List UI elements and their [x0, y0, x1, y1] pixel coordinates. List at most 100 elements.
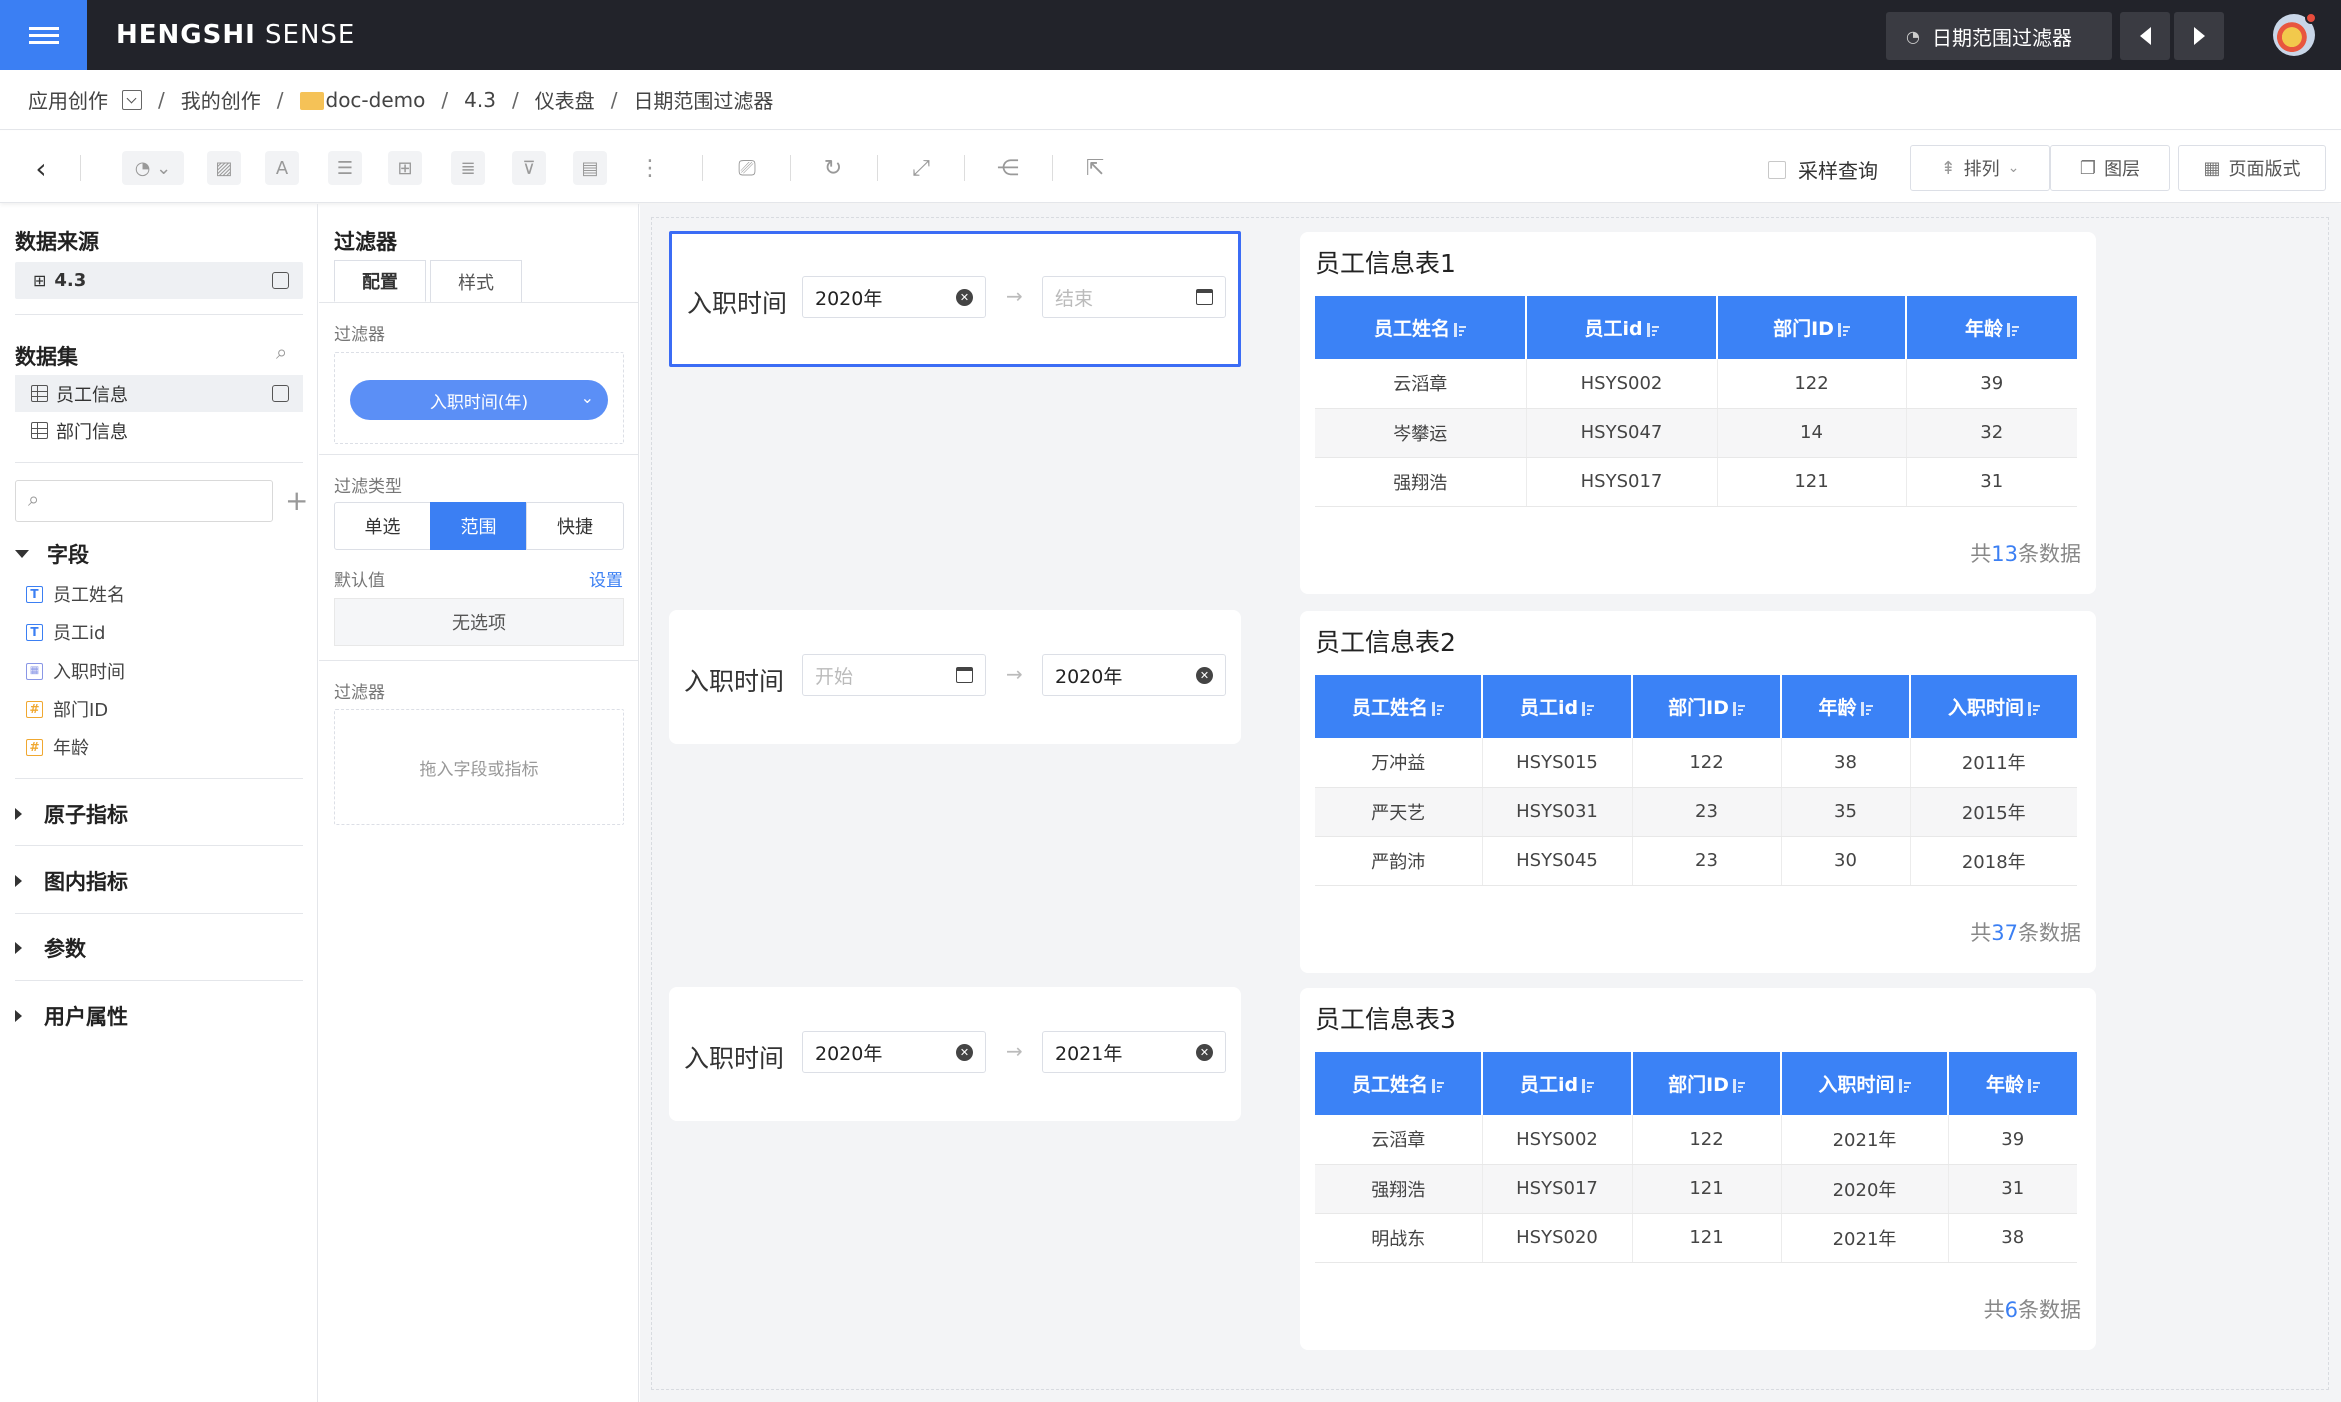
add-icon[interactable]: +	[285, 484, 308, 517]
field-item[interactable]: # 部门ID	[26, 696, 108, 722]
datasource-item[interactable]: ⊞ 4.3	[15, 262, 303, 299]
field-search-input[interactable]: ⌕	[15, 480, 273, 522]
date-range-filter-card[interactable]: 入职时间 开始 → 2020年 ✕	[669, 610, 1241, 744]
breadcrumb-my-create[interactable]: 我的创作	[181, 85, 261, 114]
share-icon[interactable]: ⋲	[991, 151, 1025, 185]
filter-label: 过滤器	[334, 325, 385, 345]
clear-icon[interactable]: ✕	[956, 1044, 973, 1061]
date-range-filter-card[interactable]: 入职时间 2020年 ✕ → 结束	[669, 231, 1241, 367]
refresh-icon[interactable]: ↻	[816, 151, 850, 185]
chart-add-icon[interactable]: ◔ ⌄	[122, 151, 184, 185]
dataset-item-employee[interactable]: 员工信息	[15, 375, 303, 412]
fullscreen-icon[interactable]: ⤢	[904, 151, 938, 185]
next-page-button[interactable]	[2174, 12, 2224, 60]
table-card[interactable]: 员工信息表2 员工姓名 员工id 部门ID 年龄 入职时间 万冲益 HSYS015…	[1300, 611, 2096, 973]
toolbar: ‹ ◔ ⌄ ▨ A ☰ ⊞ ≣ ⊽ ▤ ⋮ ⎚ ↻ ⤢ ⋲ ⇱ 采样查询 ⇞ 排…	[0, 131, 2341, 203]
filter-field-pill[interactable]: 入职时间(年) ⌄	[350, 380, 608, 420]
search-icon: ⌕	[28, 487, 40, 511]
column-header[interactable]: 部门ID	[1717, 296, 1907, 359]
column-header[interactable]: 员工id	[1482, 675, 1633, 738]
field-item[interactable]: T 员工id	[26, 619, 105, 645]
type-range[interactable]: 范围	[430, 502, 527, 550]
start-date-input[interactable]: 2020年 ✕	[802, 1031, 986, 1073]
column-header[interactable]: 员工姓名	[1315, 1052, 1483, 1115]
sort-button[interactable]: ⇞ 排列 ⌄	[1910, 145, 2050, 191]
set-default-link[interactable]: 设置	[589, 566, 623, 591]
column-header[interactable]: 年龄	[1781, 675, 1911, 738]
sample-query-checkbox[interactable]	[1768, 160, 1786, 179]
clear-icon[interactable]: ✕	[956, 289, 973, 306]
menu-icon[interactable]	[0, 0, 87, 70]
clear-icon[interactable]: ✕	[1196, 1044, 1213, 1061]
page-filter-button[interactable]: ◔ 日期范围过滤器	[1886, 12, 2112, 60]
column-header[interactable]: 部门ID	[1632, 1052, 1782, 1115]
end-date-input[interactable]: 2021年 ✕	[1042, 1031, 1226, 1073]
more-icon[interactable]: ⋮	[633, 151, 667, 185]
group-atomic-metrics[interactable]: 原子指标	[15, 799, 128, 829]
group-user-attributes[interactable]: 用户属性	[15, 1001, 128, 1031]
layout-icon: ▦	[2203, 157, 2221, 179]
copy-icon[interactable]	[272, 385, 289, 402]
list-add-icon[interactable]: ≣	[451, 151, 485, 185]
tab-style[interactable]: 样式	[430, 260, 522, 302]
chevron-down-icon[interactable]	[122, 89, 142, 110]
text-icon[interactable]: A	[265, 151, 299, 185]
clear-icon[interactable]: ✕	[1196, 667, 1213, 684]
breadcrumb-current: 日期范围过滤器	[633, 89, 774, 113]
fields-group[interactable]: 字段	[15, 539, 89, 569]
group-chart-metrics[interactable]: 图内指标	[15, 866, 128, 896]
end-date-input[interactable]: 结束	[1042, 276, 1226, 318]
date-range-filter-card[interactable]: 入职时间 2020年 ✕ → 2021年 ✕	[669, 987, 1241, 1121]
filter-config-panel: 过滤器 配置 样式 过滤器 入职时间(年) ⌄ 过滤类型 单选 范围 快捷 默认…	[319, 204, 639, 1402]
breadcrumb-dataset[interactable]: 4.3	[464, 88, 496, 112]
component-icon[interactable]: ⊞	[388, 151, 422, 185]
column-header[interactable]: 年龄	[1906, 296, 2077, 359]
tab-config[interactable]: 配置	[334, 260, 426, 302]
table-icon[interactable]: ☰	[328, 151, 362, 185]
column-header[interactable]: 员工姓名	[1315, 296, 1527, 359]
sample-query-toggle[interactable]: 采样查询	[1768, 155, 1878, 184]
chevron-down-icon: ⌄	[580, 388, 594, 407]
field-item[interactable]: # 年龄	[26, 734, 89, 760]
end-date-input[interactable]: 2020年 ✕	[1042, 654, 1226, 696]
page-style-button[interactable]: ▦ 页面版式	[2178, 145, 2326, 191]
start-date-input[interactable]: 2020年 ✕	[802, 276, 986, 318]
caret-right-icon	[15, 942, 22, 954]
table-card[interactable]: 员工信息表3 员工姓名 员工id 部门ID 入职时间 年龄 云滔章 HSYS002…	[1300, 988, 2096, 1350]
export-icon[interactable]: ⇱	[1078, 151, 1112, 185]
user-avatar[interactable]	[2273, 12, 2317, 56]
start-date-input[interactable]: 开始	[802, 654, 986, 696]
default-value-box[interactable]: 无选项	[334, 598, 624, 646]
prev-page-button[interactable]	[2120, 12, 2170, 60]
breadcrumb-dashboard[interactable]: 仪表盘	[535, 85, 595, 114]
column-header[interactable]: 员工id	[1482, 1052, 1633, 1115]
field-item[interactable]: ▦ 入职时间	[26, 658, 125, 684]
card-icon[interactable]: ▤	[573, 151, 607, 185]
type-quick[interactable]: 快捷	[526, 502, 624, 550]
copy-icon[interactable]	[272, 272, 289, 289]
column-header[interactable]: 入职时间	[1781, 1052, 1949, 1115]
layers-button[interactable]: ❐ 图层	[2050, 145, 2170, 191]
breadcrumb-folder[interactable]: doc-demo	[299, 88, 425, 112]
column-header[interactable]: 年龄	[1948, 1052, 2077, 1115]
search-icon[interactable]: ⌕	[276, 340, 287, 364]
back-icon[interactable]: ‹	[24, 151, 58, 185]
column-header[interactable]: 部门ID	[1632, 675, 1782, 738]
column-header[interactable]: 员工id	[1526, 296, 1718, 359]
field-item[interactable]: T 员工姓名	[26, 581, 125, 607]
group-parameters[interactable]: 参数	[15, 933, 86, 963]
image-icon[interactable]: ▨	[207, 151, 241, 185]
panel-title: 过滤器	[334, 230, 397, 254]
table-card[interactable]: 员工信息表1 员工姓名 员工id 部门ID 年龄 云滔章 HSYS002 122 39…	[1300, 232, 2096, 594]
row-count: 共37条数据	[1970, 921, 2081, 945]
breadcrumb-app-create[interactable]: 应用创作	[28, 85, 108, 114]
filter-add-icon[interactable]: ⊽	[512, 151, 546, 185]
type-single[interactable]: 单选	[334, 502, 431, 550]
folder-icon	[299, 92, 324, 110]
dataset-item-department[interactable]: 部门信息	[15, 412, 303, 449]
column-header[interactable]: 入职时间	[1910, 675, 2077, 738]
table-icon	[31, 385, 48, 402]
field-dropzone[interactable]: 拖入字段或指标	[334, 709, 624, 825]
column-header[interactable]: 员工姓名	[1315, 675, 1483, 738]
presentation-icon[interactable]: ⎚	[730, 151, 764, 185]
